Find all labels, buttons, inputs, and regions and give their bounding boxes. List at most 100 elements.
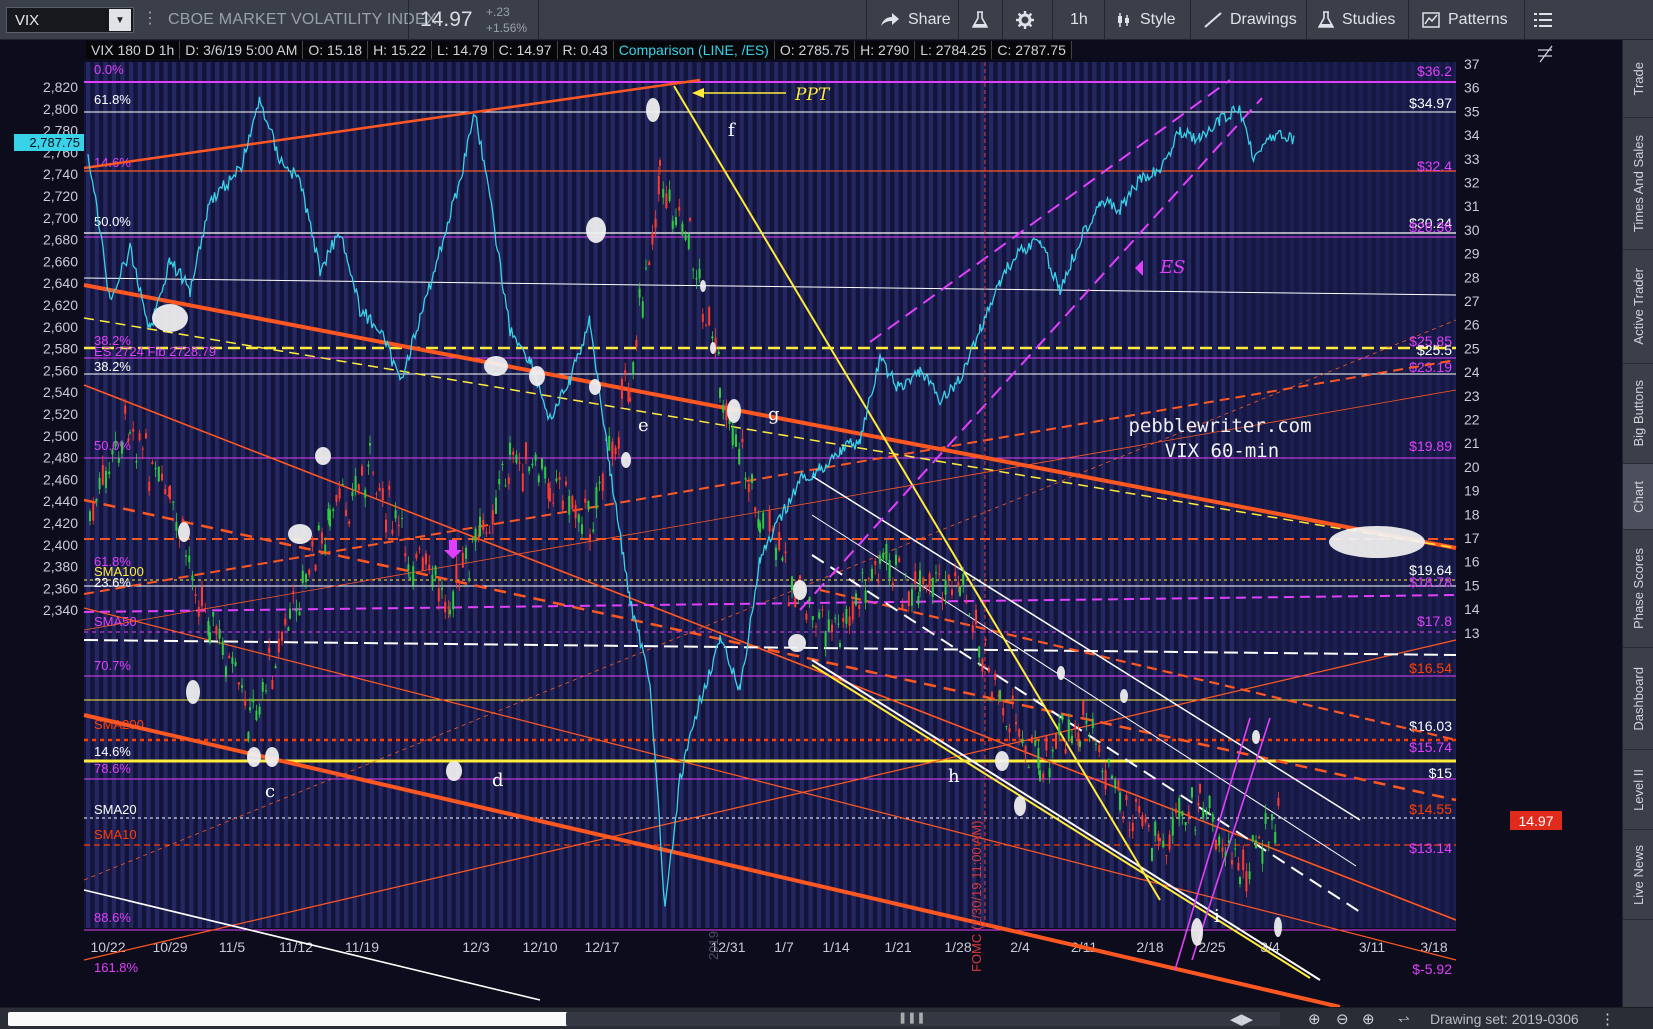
candle-body [255, 710, 258, 721]
drawings-button[interactable]: Drawings [1204, 0, 1297, 40]
studies-flask-button[interactable] [972, 0, 988, 40]
candle-body [1218, 836, 1221, 846]
candle-body [1237, 862, 1240, 871]
price-level-label: $34.97 [1409, 95, 1452, 111]
year-watermark: 2019 [706, 931, 721, 960]
sidebar-tab-active-trader[interactable]: Active Trader [1623, 250, 1653, 364]
x-axis-tick: 10/29 [152, 939, 187, 955]
pivot-marker [1329, 526, 1425, 558]
cmp-close: C: 2787.75 [992, 41, 1072, 59]
menu-icon [1534, 13, 1552, 27]
session-stripe [963, 62, 968, 928]
candle-body [1199, 783, 1201, 793]
candle-body [135, 461, 138, 463]
sidebar-tab-times-and-sales[interactable]: Times And Sales [1623, 118, 1653, 250]
es-last-value: 2,787.75 [29, 135, 80, 150]
more-options-icon[interactable]: ⋮ [1600, 1010, 1615, 1028]
pivot-marker [247, 747, 261, 767]
chevron-down-icon[interactable]: ▼ [109, 9, 131, 31]
session-stripe [137, 62, 142, 928]
price-level-label: $26.36 [1409, 219, 1452, 235]
candle-body [98, 477, 101, 490]
candle-body [1095, 743, 1097, 745]
left-axis-tick: 2,580 [43, 341, 78, 357]
price-level-label: $-5.92 [1412, 961, 1452, 977]
candle-body [518, 462, 521, 464]
candle-body [111, 449, 114, 455]
sidebar-tab-trade[interactable]: Trade [1623, 40, 1653, 118]
candle-body [1159, 838, 1161, 842]
studies-button[interactable]: Studies [1318, 0, 1395, 40]
drawing-tool-icon[interactable]: ⥋ [1398, 1010, 1410, 1027]
chart-canvas[interactable]: 2,8202,8002,7802,7602,7402,7202,7002,680… [0, 40, 1622, 1007]
candle-body [274, 666, 277, 669]
session-stripe [197, 62, 203, 928]
candle-body [537, 475, 540, 483]
candle-body [1051, 749, 1054, 752]
session-stripe [369, 62, 375, 928]
session-stripe [799, 62, 805, 928]
candle-body [1178, 797, 1181, 820]
zoom-out-icon[interactable]: ⊖ [1336, 1010, 1349, 1028]
price-chart[interactable]: 2,820 2,800 2,780 2,760 2,740 2,720 2,700 2,680… [0, 40, 1622, 1007]
share-button[interactable]: Share [880, 0, 951, 40]
fomc-label: FOMC (1/30/19 11:00 AM) [969, 821, 984, 973]
candle-body [455, 564, 458, 581]
session-stripe [817, 62, 822, 928]
candle-body [1114, 778, 1117, 789]
settings-button[interactable] [1016, 0, 1034, 40]
session-stripe [989, 62, 994, 928]
right-axis-tick: 14 [1464, 601, 1480, 617]
link-icon[interactable]: ⋮ [142, 8, 158, 28]
studies-label: Studies [1342, 11, 1396, 28]
bottom-bar: ❚❚❚ ◀▶ ⊕ ⊖ ⊕ ⥋ Drawing set: 2019-0306 ⋮ [0, 1007, 1653, 1029]
candle-body [837, 623, 840, 625]
left-axis-tick: 2,460 [43, 471, 78, 487]
sidebar-tab-dashboard[interactable]: Dashboard [1623, 648, 1653, 750]
x-axis-tick: 11/19 [345, 939, 379, 955]
candle-body [617, 437, 620, 449]
timeframe-button[interactable]: 1h [1070, 0, 1088, 40]
candle-body [1034, 739, 1037, 746]
candle-body [161, 473, 163, 481]
candle-body [1122, 816, 1125, 818]
pivot-marker [1120, 689, 1128, 703]
price-level-label: $19.89 [1409, 438, 1452, 454]
symbol-input[interactable]: VIX [7, 12, 109, 29]
patterns-button[interactable]: Patterns [1422, 0, 1508, 40]
candle-body [169, 485, 171, 500]
candle-body [231, 657, 234, 664]
sidebar-tab-chart[interactable]: Chart [1623, 464, 1653, 530]
left-axis-tick: 2,640 [43, 275, 78, 291]
session-stripe [421, 62, 426, 928]
candle-body [485, 532, 488, 534]
layout-menu-button[interactable] [1534, 0, 1552, 40]
scroll-left-icon[interactable]: ◀▶ [1230, 1010, 1253, 1028]
session-stripe [154, 62, 160, 928]
session-stripe [232, 62, 237, 928]
right-axis-tick: 32 [1464, 175, 1480, 191]
right-axis-tick: 27 [1464, 293, 1480, 309]
crosshair-icon[interactable]: ⊕ [1308, 1010, 1321, 1028]
candle-body [911, 589, 913, 606]
symbol-selector[interactable]: VIX ▼ [6, 7, 134, 33]
style-button[interactable]: Style [1116, 0, 1176, 40]
session-stripe [885, 62, 891, 928]
candle-body [338, 488, 341, 499]
candle-body [981, 659, 984, 672]
sidebar-tab-phase-scores[interactable]: Phase Scores [1623, 530, 1653, 648]
candle-body [204, 608, 207, 609]
sidebar-tab-live-news[interactable]: Live News [1623, 830, 1653, 920]
candle-body [621, 378, 623, 399]
cmp-low: L: 2784.25 [915, 41, 993, 59]
candle-body [268, 647, 271, 653]
candle-body [584, 498, 587, 503]
sidebar-tab-big-buttons[interactable]: Big Buttons [1623, 364, 1653, 464]
zoom-in-icon[interactable]: ⊕ [1362, 1010, 1375, 1028]
candle-body [394, 510, 397, 519]
sidebar-tab-level-ii[interactable]: Level II [1623, 750, 1653, 830]
left-axis-tick: 2,820 [43, 79, 78, 95]
right-axis-tick: 23 [1464, 388, 1480, 404]
candle-body [329, 509, 331, 527]
candle-body [651, 232, 654, 245]
